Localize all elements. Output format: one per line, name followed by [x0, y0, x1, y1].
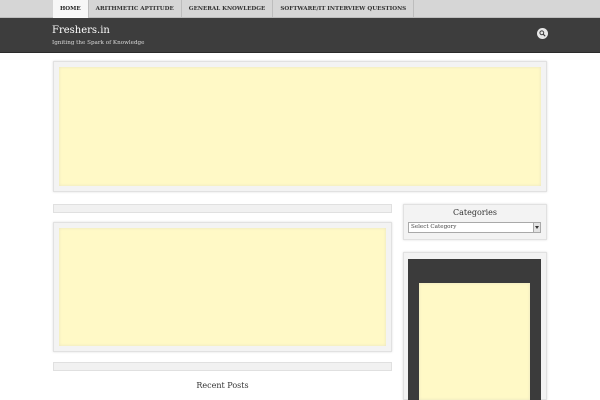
content-bar-bottom: [53, 362, 392, 371]
category-select-value: Select Category: [411, 224, 457, 230]
nav-item-arithmetic-aptitude[interactable]: Arithmetic Aptitude: [89, 0, 182, 18]
recent-posts-title: Recent Posts: [196, 381, 249, 390]
search-button[interactable]: [537, 28, 548, 39]
top-banner-container: [53, 61, 547, 192]
site-header: Freshers.in Igniting the Spark of Knowle…: [0, 18, 600, 53]
recent-posts-widget: Recent Posts: [53, 381, 392, 393]
site-title[interactable]: Freshers.in: [52, 25, 110, 36]
chevron-down-icon[interactable]: [533, 223, 540, 232]
nav-item-general-knowledge[interactable]: General Knowledge: [182, 0, 274, 18]
nav-item-home[interactable]: Home: [53, 0, 89, 18]
sidebar-ad[interactable]: [419, 283, 530, 400]
nav-menu: Home Arithmetic Aptitude General Knowled…: [53, 0, 415, 18]
sidebar-ad-frame: [408, 259, 541, 400]
search-icon: [539, 30, 546, 37]
site-tagline: Igniting the Spark of Knowledge: [52, 40, 145, 46]
categories-title: Categories: [453, 208, 497, 217]
content-ad-container: [53, 222, 392, 352]
content-ad[interactable]: [59, 228, 386, 346]
nav-item-software-it-interview-questions[interactable]: Software/IT Interview Questions: [273, 0, 415, 18]
content-bar-top: [53, 204, 392, 213]
top-nav: Home Arithmetic Aptitude General Knowled…: [0, 0, 600, 18]
top-banner-ad[interactable]: [59, 67, 541, 186]
category-select[interactable]: Select Category: [408, 222, 541, 233]
